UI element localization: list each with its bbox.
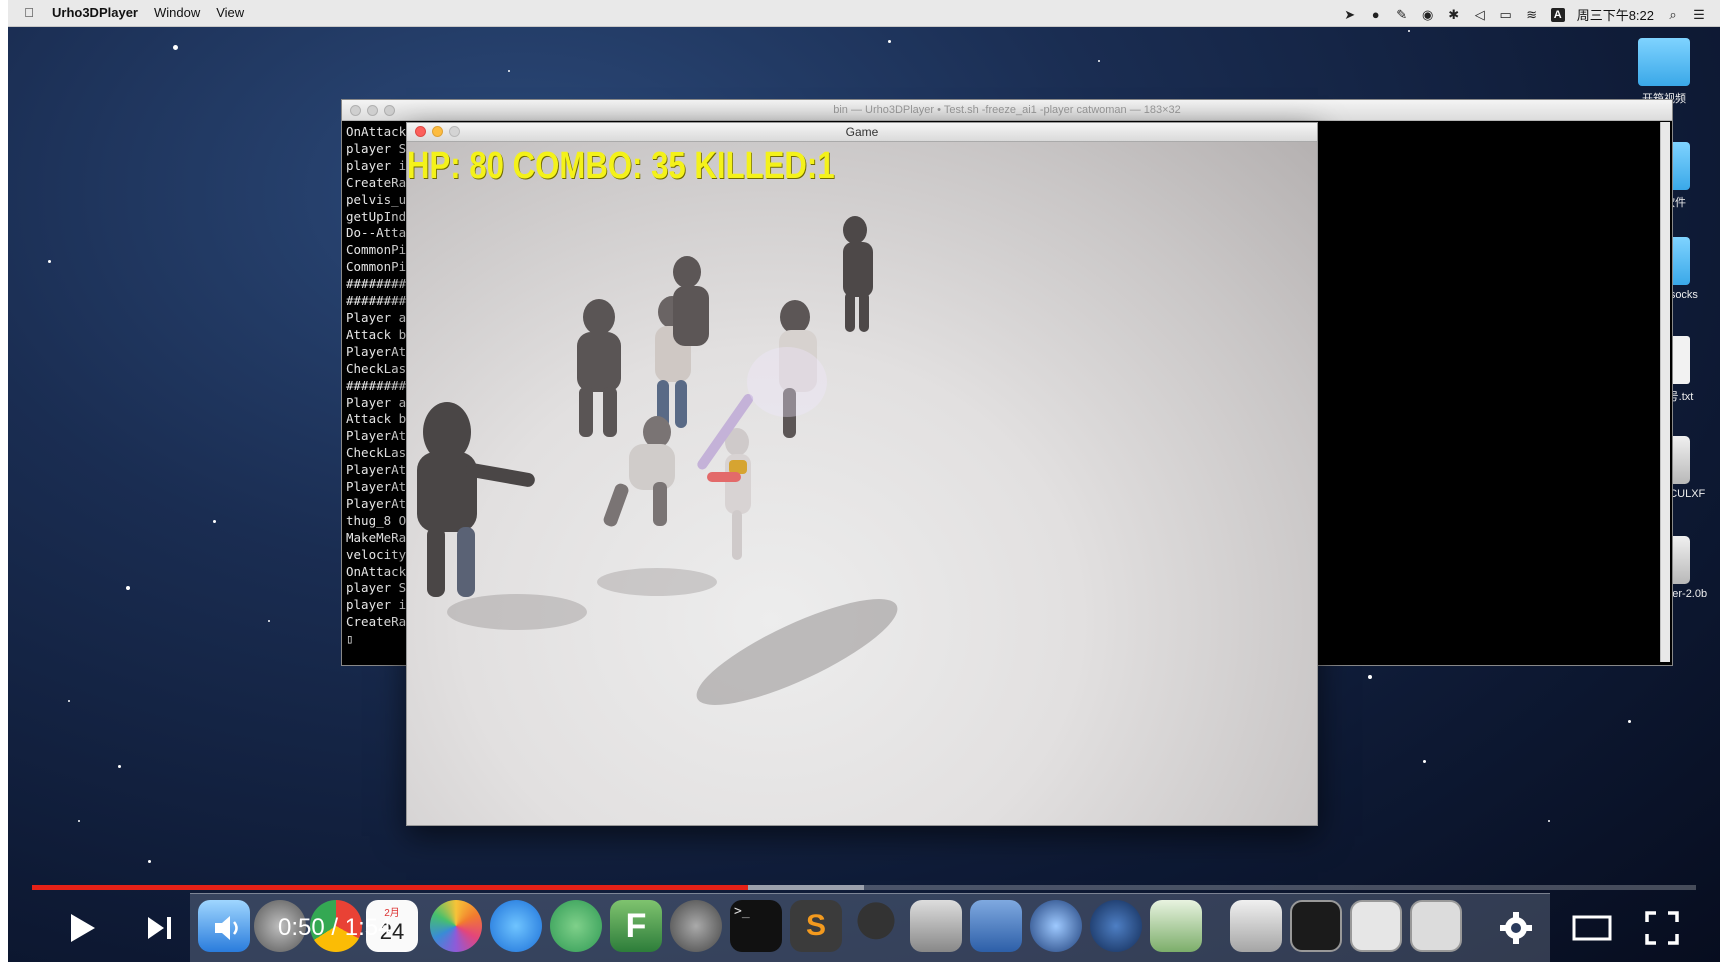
terminal-title: bin — Urho3DPlayer • Test.sh -freeze_ai1…	[833, 104, 1181, 116]
next-icon	[148, 917, 171, 939]
bell-icon[interactable]: ●	[1369, 7, 1383, 22]
terminal-line: Do--Atta	[346, 225, 407, 241]
zoom-icon[interactable]	[449, 126, 460, 137]
terminal-scrollbar[interactable]	[1660, 122, 1670, 662]
terminal-line: velocity	[346, 546, 407, 562]
play-button[interactable]	[58, 900, 108, 956]
game-title: Game	[845, 125, 879, 139]
desktop-icon-folder-1[interactable]: 开箱视频	[1614, 38, 1714, 106]
terminal-line: Attack b	[346, 411, 407, 427]
video-frame:  Urho3DPlayer Window View ➤ ● ✎ ◉ ✱ ◁ ▭…	[8, 0, 1720, 962]
terminal-line: PlayerAt	[346, 428, 407, 444]
terminal-line: player S	[346, 580, 407, 596]
theater-mode-button[interactable]	[1568, 900, 1616, 956]
record-icon[interactable]: ◉	[1421, 7, 1435, 22]
game-hud: HP: 80 COMBO: 35 KILLED:1	[407, 145, 835, 187]
volume-icon[interactable]: ◁	[1473, 7, 1487, 22]
input-source-icon[interactable]: A	[1550, 7, 1565, 22]
mute-button[interactable]	[206, 900, 250, 956]
menu-app-name[interactable]: Urho3DPlayer	[52, 5, 138, 20]
bluetooth-icon[interactable]: ✱	[1447, 7, 1461, 22]
volume-icon	[215, 916, 238, 940]
terminal-line: ########	[346, 276, 407, 292]
terminal-titlebar[interactable]: bin — Urho3DPlayer • Test.sh -freeze_ai1…	[342, 100, 1672, 121]
terminal-line: CheckLas	[346, 360, 407, 376]
time-separator: /	[324, 914, 345, 941]
menu-bar:  Urho3DPlayer Window View ➤ ● ✎ ◉ ✱ ◁ ▭…	[8, 0, 1720, 27]
gear-icon	[1500, 912, 1532, 944]
terminal-line: pelvis_u	[346, 191, 407, 207]
play-icon	[71, 914, 95, 942]
terminal-line: ▯	[346, 631, 354, 647]
terminal-line: Player a	[346, 394, 407, 410]
terminal-line: CommonPi	[346, 259, 407, 275]
spotlight-search-icon[interactable]: ⌕	[1666, 7, 1680, 22]
terminal-line: CreateRa	[346, 614, 407, 630]
terminal-line: ########	[346, 293, 407, 309]
settings-button[interactable]	[1492, 900, 1540, 956]
terminal-line: player i	[346, 157, 407, 173]
video-progress-bar[interactable]	[32, 885, 1696, 890]
close-icon[interactable]	[415, 126, 426, 137]
current-time: 0:50	[278, 914, 325, 941]
location-arrow-icon[interactable]: ➤	[1343, 7, 1357, 22]
folder-icon	[1638, 38, 1690, 86]
terminal-line: player S	[346, 140, 407, 156]
terminal-line: getUpInd	[346, 208, 407, 224]
video-controls: 0:50 / 1:54	[8, 900, 1720, 960]
terminal-line: CommonPi	[346, 242, 407, 258]
terminal-line: CreateRa	[346, 174, 407, 190]
terminal-line: PlayerAt	[346, 479, 407, 495]
terminal-line: Attack b	[346, 326, 407, 342]
progress-played	[32, 885, 748, 890]
brush-icon[interactable]: ✎	[1395, 7, 1409, 22]
terminal-line: thug_8 O	[346, 512, 407, 528]
apple-icon[interactable]: 	[22, 5, 36, 20]
theater-mode-icon	[1572, 915, 1612, 941]
terminal-line: OnAttack	[346, 124, 407, 139]
fullscreen-icon	[1645, 911, 1679, 945]
minimize-icon[interactable]	[432, 126, 443, 137]
game-scene-graphic	[417, 216, 898, 705]
terminal-output: OnAttack player Splayer i CreateRa pelvis_u…	[346, 124, 406, 648]
terminal-line: PlayerAt	[346, 343, 407, 359]
minimize-icon[interactable]	[367, 105, 378, 116]
menu-view[interactable]: View	[216, 5, 244, 20]
terminal-line: PlayerAt	[346, 462, 407, 478]
close-icon[interactable]	[350, 105, 361, 116]
game-viewport[interactable]: HP: 80 COMBO: 35 KILLED:1	[407, 142, 1317, 825]
terminal-line: PlayerAt	[346, 495, 407, 511]
wifi-icon[interactable]: ≋	[1525, 7, 1539, 22]
terminal-line: ########	[346, 377, 407, 393]
terminal-line: Player a	[346, 309, 407, 325]
terminal-line: OnAttack	[346, 563, 407, 579]
terminal-line: MakeMeRa	[346, 529, 407, 545]
terminal-line: CheckLas	[346, 445, 407, 461]
video-time: 0:50 / 1:54	[278, 914, 391, 942]
battery-icon[interactable]: ▭	[1499, 7, 1513, 22]
duration: 1:54	[344, 914, 392, 941]
next-button[interactable]	[138, 900, 182, 956]
zoom-icon[interactable]	[384, 105, 395, 116]
menu-window[interactable]: Window	[154, 5, 200, 20]
menu-clock[interactable]: 周三下午8:22	[1577, 5, 1654, 24]
fullscreen-button[interactable]	[1638, 900, 1686, 956]
game-window[interactable]: Game HP: 80 COMBO: 35 KILLED:1	[406, 122, 1318, 826]
notification-center-icon[interactable]: ☰	[1692, 7, 1706, 22]
game-titlebar[interactable]: Game	[407, 123, 1317, 142]
terminal-line: player i	[346, 597, 407, 613]
